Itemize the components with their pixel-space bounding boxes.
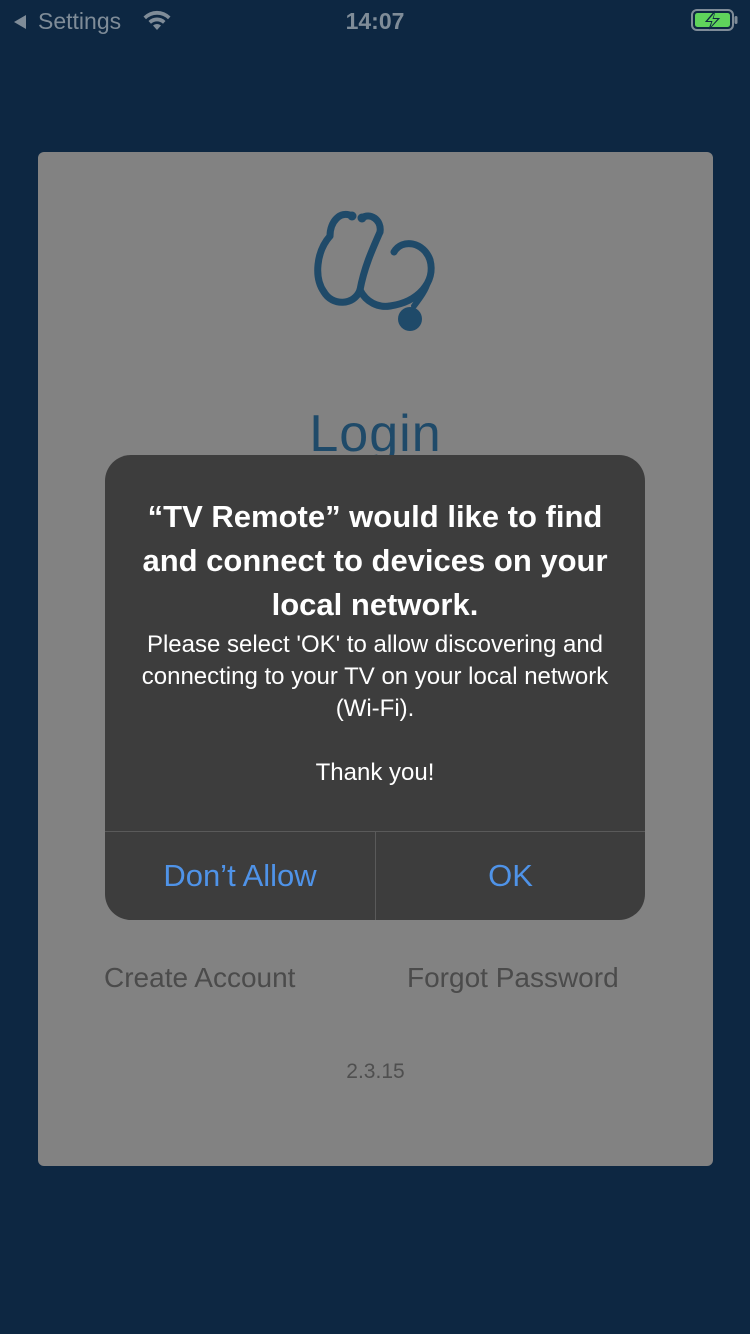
stethoscope-icon — [314, 211, 435, 331]
create-account-link[interactable]: Create Account — [104, 962, 295, 994]
local-network-permission-alert: “TV Remote” would like to find and conne… — [105, 455, 645, 920]
app-version: 2.3.15 — [346, 1060, 405, 1083]
alert-message: Please select 'OK' to allow discovering … — [141, 631, 609, 786]
alert-title: “TV Remote” would like to find and conne… — [142, 499, 608, 622]
status-bar: Settings 14:07 — [0, 0, 750, 40]
dont-allow-button[interactable]: Don’t Allow — [105, 832, 375, 920]
forgot-password-link[interactable]: Forgot Password — [407, 962, 619, 994]
ok-button[interactable]: OK — [376, 832, 645, 920]
app-screen: Settings 14:07 Login Create Account Forg… — [0, 0, 750, 1334]
status-time: 14:07 — [345, 8, 405, 34]
battery-charging-icon — [691, 9, 738, 31]
